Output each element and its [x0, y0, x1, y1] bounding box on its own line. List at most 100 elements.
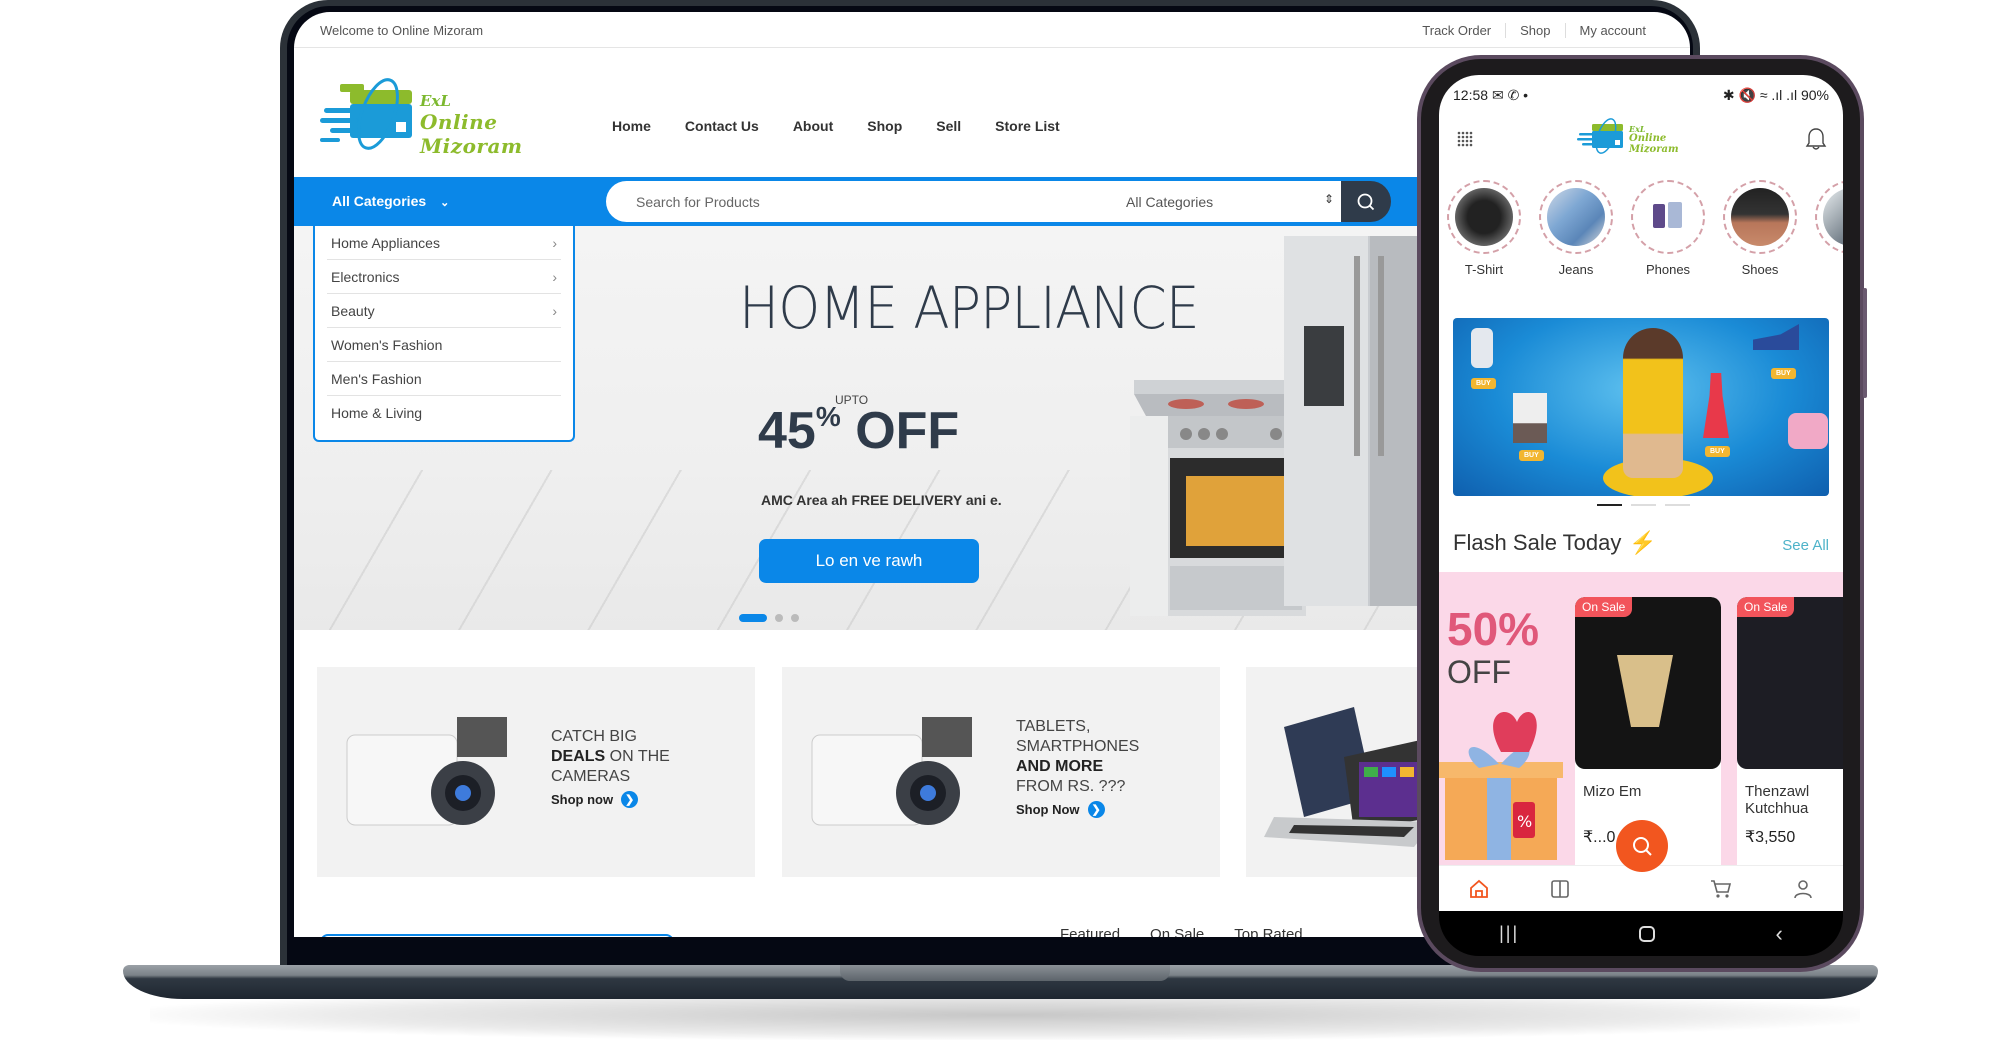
nav-sell[interactable]: Sell	[936, 118, 961, 134]
buy-badge: BUY	[1771, 368, 1796, 379]
washer-image	[1513, 393, 1547, 443]
tshirt-image	[1455, 188, 1513, 246]
category-label: Men's Fashion	[331, 370, 422, 387]
catalog-icon[interactable]	[1549, 878, 1571, 900]
app-logo: ExL Online Mizoram	[1577, 115, 1717, 161]
banner-dot-3[interactable]	[1665, 504, 1690, 506]
product-image: On Sale	[1737, 597, 1843, 769]
category-story[interactable]: D	[1815, 180, 1843, 290]
nav-store-list[interactable]: Store List	[995, 118, 1060, 134]
promo-card-tablets[interactable]: TABLETS, SMARTPHONES AND MORE FROM RS. ?…	[782, 667, 1220, 877]
menu-grid-icon[interactable]	[1455, 129, 1475, 149]
hero-discount: 45% OFF	[758, 401, 959, 461]
category-story[interactable]: T-Shirt	[1447, 180, 1521, 290]
android-nav-bar: ||| ‹	[1439, 911, 1843, 956]
recent-apps-icon[interactable]: |||	[1499, 923, 1519, 944]
nav-shop[interactable]: Shop	[867, 118, 902, 134]
product-name: Thenzawl Kutchhua	[1745, 783, 1810, 817]
promo-line: AND MORE	[1016, 757, 1139, 777]
status-left: 12:58 ✉ ✆ •	[1453, 87, 1529, 103]
banner-pagination	[1597, 504, 1690, 506]
tab-top-rated[interactable]: Top Rated	[1234, 926, 1302, 937]
shop-now-link[interactable]: Shop now ❯	[551, 791, 639, 808]
promo-card-cameras[interactable]: CATCH BIG DEALS ON THE CAMERAS Shop now …	[317, 667, 755, 877]
shop-now-label: Shop Now	[1016, 802, 1080, 817]
hero-cta-button[interactable]: Lo en ve rawh	[759, 539, 979, 583]
track-order-link[interactable]: Track Order	[1408, 23, 1505, 38]
category-story[interactable]: Phones	[1631, 180, 1705, 290]
select-arrows-icon: ⇕	[1324, 192, 1335, 206]
home-icon[interactable]	[1468, 878, 1490, 900]
slide-dot-2[interactable]	[775, 614, 783, 622]
story-ring	[1723, 180, 1797, 254]
whatsapp-icon: ✆	[1507, 87, 1520, 103]
promo-line: SMARTPHONES	[1016, 738, 1140, 755]
search-fab-button[interactable]	[1616, 820, 1668, 872]
category-story[interactable]: Shoes	[1723, 180, 1797, 290]
account-icon[interactable]	[1792, 878, 1814, 900]
my-account-link[interactable]: My account	[1564, 23, 1660, 38]
status-bar: 12:58 ✉ ✆ • ✱ 🔇 ≈ .ıl .ıl 90%	[1453, 87, 1829, 104]
top-links: Track Order Shop My account	[1408, 23, 1660, 38]
hero-discount-percent: %	[815, 401, 841, 432]
slide-dot-3[interactable]	[791, 614, 799, 622]
hero-pagination	[739, 614, 799, 622]
tab-on-sale[interactable]: On Sale	[1150, 926, 1204, 937]
camera-image	[346, 717, 507, 826]
cart-icon[interactable]	[1709, 878, 1733, 900]
story-ring	[1539, 180, 1613, 254]
slide-dot-1[interactable]	[739, 614, 767, 622]
see-all-link[interactable]: See All	[1782, 537, 1829, 554]
category-label: Home & Living	[331, 405, 423, 421]
category-story[interactable]: Jeans	[1539, 180, 1613, 290]
nav-about[interactable]: About	[793, 118, 833, 134]
chevron-right-icon: ›	[552, 234, 557, 251]
basket-image	[1617, 655, 1673, 727]
all-categories-toggle[interactable]: All Categories ⌄	[332, 193, 449, 209]
product-card[interactable]: On Sale Thenzawl Kutchhua ₹3,550	[1737, 597, 1843, 872]
promo-text: CATCH BIG DEALS ON THE CAMERAS	[551, 727, 670, 787]
category-item[interactable]: Women's Fashion	[327, 328, 561, 362]
promo-banner[interactable]: BUY BUY BUY BUY	[1453, 318, 1829, 496]
category-item[interactable]: Men's Fashion	[327, 362, 561, 396]
category-label: Phones	[1645, 262, 1691, 277]
tab-featured[interactable]: Featured	[1060, 926, 1120, 937]
search-icon	[1357, 193, 1375, 210]
category-image	[1823, 188, 1843, 246]
hero-discount-off: OFF	[855, 402, 960, 460]
promo-off: OFF	[1447, 654, 1511, 690]
promo-bold: DEALS	[551, 748, 606, 765]
promo-line: TABLETS,	[1016, 718, 1091, 735]
chevron-right-icon: ›	[552, 302, 557, 319]
arrow-right-circle-icon: ❯	[621, 791, 639, 808]
category-item[interactable]: Beauty ›	[327, 294, 561, 328]
home-button-icon[interactable]	[1639, 925, 1656, 942]
nav-home[interactable]: Home	[612, 118, 651, 134]
bell-icon[interactable]	[1805, 127, 1827, 151]
banner-dot-1[interactable]	[1597, 504, 1622, 506]
product-price: ₹3,550	[1745, 829, 1796, 846]
search-category-select[interactable]: All Categories	[1126, 194, 1213, 210]
story-ring	[1631, 180, 1705, 254]
mute-icon: 🔇	[1738, 87, 1756, 103]
search-button[interactable]	[1341, 181, 1391, 222]
shop-link[interactable]: Shop	[1505, 23, 1564, 38]
story-ring	[1815, 180, 1843, 254]
phone-screen: 12:58 ✉ ✆ • ✱ 🔇 ≈ .ıl .ıl 90% ExL Online…	[1439, 75, 1843, 911]
all-categories-label: All Categories	[332, 193, 427, 209]
category-item[interactable]: Electronics ›	[327, 260, 561, 294]
stove-image	[1130, 380, 1306, 616]
search-input[interactable]: Search for Products All Categories ⇕	[606, 181, 1341, 222]
category-item[interactable]: Home Appliances ›	[327, 226, 561, 260]
heel-image	[1753, 324, 1799, 350]
back-icon[interactable]: ‹	[1776, 921, 1783, 947]
nav-contact-us[interactable]: Contact Us	[685, 118, 759, 134]
laptop-hinge-notch	[840, 965, 1170, 981]
shop-now-link[interactable]: Shop Now ❯	[1016, 801, 1105, 818]
banner-dot-2[interactable]	[1631, 504, 1656, 506]
category-label: Home Appliances	[331, 234, 440, 251]
story-ring	[1447, 180, 1521, 254]
site-logo[interactable]: ExL Online Mizoram	[320, 74, 585, 158]
category-item[interactable]: Home & Living	[327, 396, 561, 430]
logo-card-icon	[320, 78, 412, 150]
